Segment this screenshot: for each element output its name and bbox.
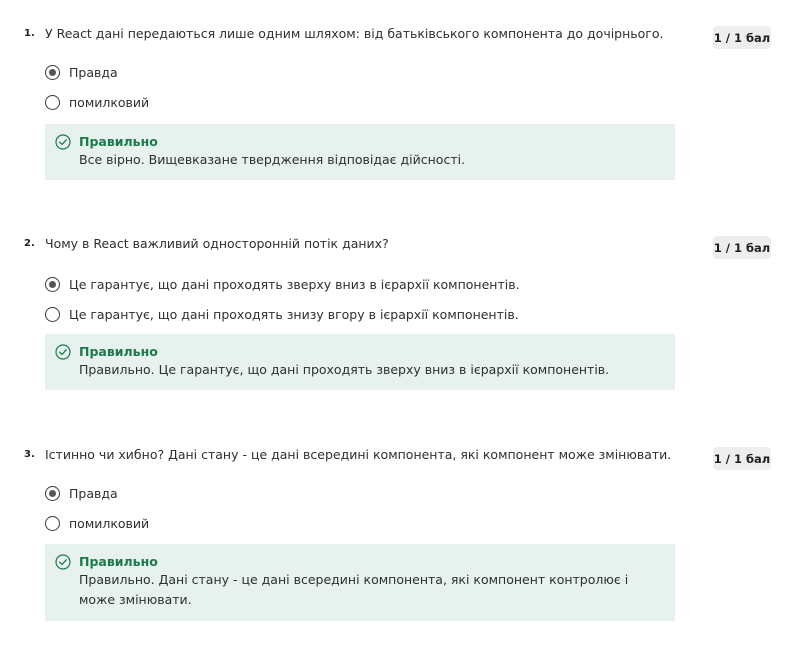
feedback-title: Правильно (79, 134, 158, 149)
feedback-text: Правильно. Це гарантує, що дані проходят… (79, 362, 610, 377)
score-badge: 1 / 1 бал (713, 26, 771, 49)
feedback-title: Правильно (79, 344, 158, 359)
option-true[interactable]: Правда (45, 484, 118, 502)
radio-unselected[interactable] (45, 515, 60, 531)
question-number: 1. (24, 28, 35, 39)
radio-selected[interactable] (45, 485, 60, 501)
option-label: помилковий (69, 94, 150, 110)
feedback-box: Правильно Правильно. Це гарантує, що дан… (45, 334, 675, 390)
feedback-text: Все вірно. Вищевказане твердження відпов… (79, 152, 466, 167)
question-number: 3. (24, 449, 35, 460)
score-badge: 1 / 1 бал (713, 447, 771, 470)
radio-unselected[interactable] (45, 94, 60, 110)
question-text: Істинно чи хибно? Дані стану - це дані в… (45, 447, 672, 462)
option-label: Правда (69, 64, 118, 80)
option-label: помилковий (69, 515, 150, 531)
question-text: Чому в React важливий односторонній поті… (45, 236, 389, 251)
question-text: У React дані передаються лише одним шлях… (45, 26, 664, 41)
check-circle-icon (55, 344, 71, 360)
radio-unselected[interactable] (45, 306, 60, 322)
score-badge: 1 / 1 бал (713, 236, 771, 259)
question-number: 2. (24, 238, 35, 249)
option-top-down[interactable]: Це гарантує, що дані проходять зверху вн… (45, 275, 520, 293)
radio-selected[interactable] (45, 276, 60, 292)
check-circle-icon (55, 134, 71, 150)
option-label: Це гарантує, що дані проходять знизу вго… (69, 306, 519, 322)
option-bottom-up[interactable]: Це гарантує, що дані проходять знизу вго… (45, 305, 519, 323)
option-false[interactable]: помилковий (45, 514, 149, 532)
feedback-box: Правильно Правильно. Дані стану - це дан… (45, 544, 675, 621)
feedback-text: Правильно. Дані стану - це дані всередин… (79, 572, 629, 607)
feedback-title: Правильно (79, 554, 158, 569)
option-true[interactable]: Правда (45, 63, 118, 81)
option-label: Правда (69, 485, 118, 501)
radio-selected[interactable] (45, 64, 60, 80)
feedback-box: Правильно Все вірно. Вищевказане твердже… (45, 124, 675, 180)
check-circle-icon (55, 554, 71, 570)
option-false[interactable]: помилковий (45, 93, 149, 111)
option-label: Це гарантує, що дані проходять зверху вн… (69, 276, 520, 292)
